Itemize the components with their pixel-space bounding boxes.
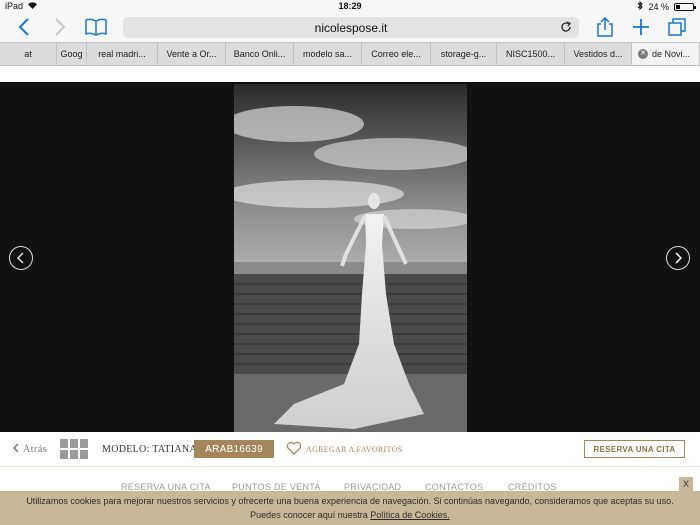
share-icon[interactable] <box>594 16 616 38</box>
cookie-prefix: Puedes conocer aquí nuestra <box>250 510 371 520</box>
close-tab-icon[interactable]: ✕ <box>638 49 648 59</box>
add-to-favorites[interactable]: AGREGAR A FAVORITOS <box>286 441 402 457</box>
reload-icon[interactable] <box>560 21 572 36</box>
back-label: Atrás <box>23 444 48 455</box>
cookie-policy-link[interactable]: Política de Cookies. <box>370 510 450 520</box>
bookmark-item[interactable]: Vestidos d... <box>565 43 632 65</box>
status-right: 24 % <box>637 0 696 12</box>
tabs-icon[interactable] <box>666 16 688 38</box>
address-bar[interactable]: nicolespose.it <box>123 17 579 38</box>
bookmark-item[interactable]: NISC1500... <box>497 43 565 65</box>
cookie-text: Utilizamos cookies para mejorar nuestros… <box>26 496 674 506</box>
product-info-bar: Atrás MODELO: TATIANA ARAB16639 AGREGAR … <box>0 432 700 467</box>
bookmark-item[interactable]: Correo ele... <box>362 43 431 65</box>
bookmark-item[interactable]: Vente a Or... <box>158 43 226 65</box>
bookmark-item[interactable]: modelo sa... <box>294 43 362 65</box>
model-code-badge: ARAB16639 <box>194 440 274 458</box>
status-bar: iPad 18:29 24 % <box>0 0 700 13</box>
clock: 18:29 <box>338 1 362 11</box>
dress-photo[interactable] <box>234 84 467 432</box>
reserve-appointment-button[interactable]: RESERVA UNA CITA <box>584 440 685 458</box>
back-icon[interactable] <box>14 16 34 38</box>
bluetooth-icon <box>637 0 644 12</box>
bookmark-item[interactable]: at <box>0 43 57 65</box>
cookie-banner: X Utilizamos cookies para mejorar nuestr… <box>0 477 700 525</box>
plus-icon[interactable] <box>630 16 652 38</box>
bookmarks-icon[interactable] <box>84 16 108 38</box>
browser-toolbar: nicolespose.it <box>0 13 700 42</box>
next-arrow-icon[interactable] <box>666 246 690 270</box>
battery-icon <box>674 2 696 11</box>
bookmarks-bar: at Goog real madri... Vente a Or... Banc… <box>0 42 700 66</box>
bookmark-item[interactable]: Goog <box>57 43 87 65</box>
back-link[interactable]: Atrás <box>12 443 48 456</box>
page-header-strip <box>0 66 700 82</box>
close-cookie-button[interactable]: X <box>679 477 693 491</box>
cookie-text-2: Puedes conocer aquí nuestra Política de … <box>0 510 700 520</box>
footer-nav: RESERVA UNA CITA PUNTOS DE VENTA PRIVACI… <box>0 467 700 492</box>
bookmark-item-active[interactable]: ✕ de Novi... <box>632 43 700 65</box>
favorites-label: AGREGAR A FAVORITOS <box>306 444 403 454</box>
prev-arrow-icon[interactable] <box>9 246 33 270</box>
chevron-left-icon <box>12 443 19 456</box>
bookmark-item[interactable]: Banco Onli... <box>226 43 294 65</box>
bookmark-item[interactable]: real madri... <box>87 43 158 65</box>
battery-percent: 24 % <box>648 1 669 12</box>
forward-icon[interactable] <box>50 16 70 38</box>
url-text: nicolespose.it <box>314 20 388 35</box>
model-name: MODELO: TATIANA <box>102 444 197 455</box>
heart-icon <box>286 441 302 457</box>
bookmark-item[interactable]: storage-g... <box>431 43 497 65</box>
grid-icon[interactable] <box>60 439 88 459</box>
